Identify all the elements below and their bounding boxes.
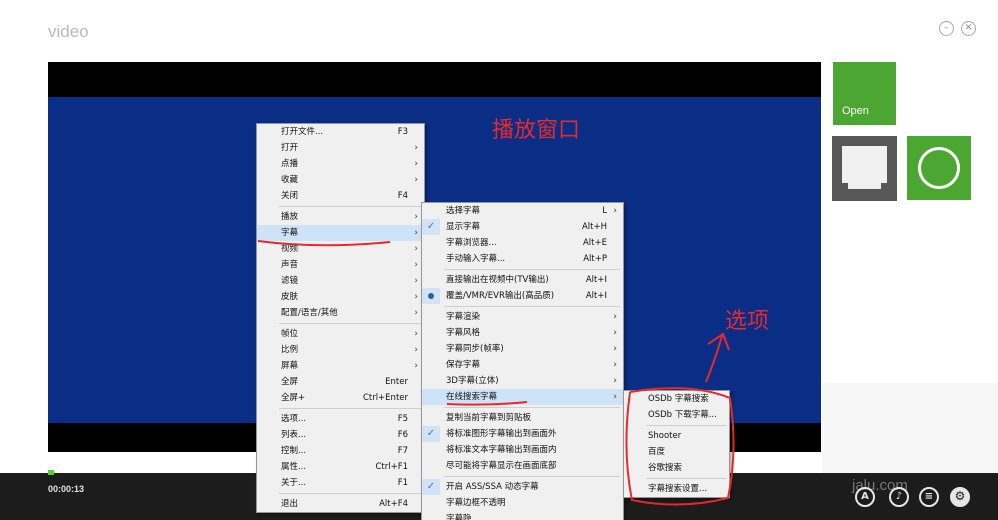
red-annotation-marks — [257, 240, 735, 506]
